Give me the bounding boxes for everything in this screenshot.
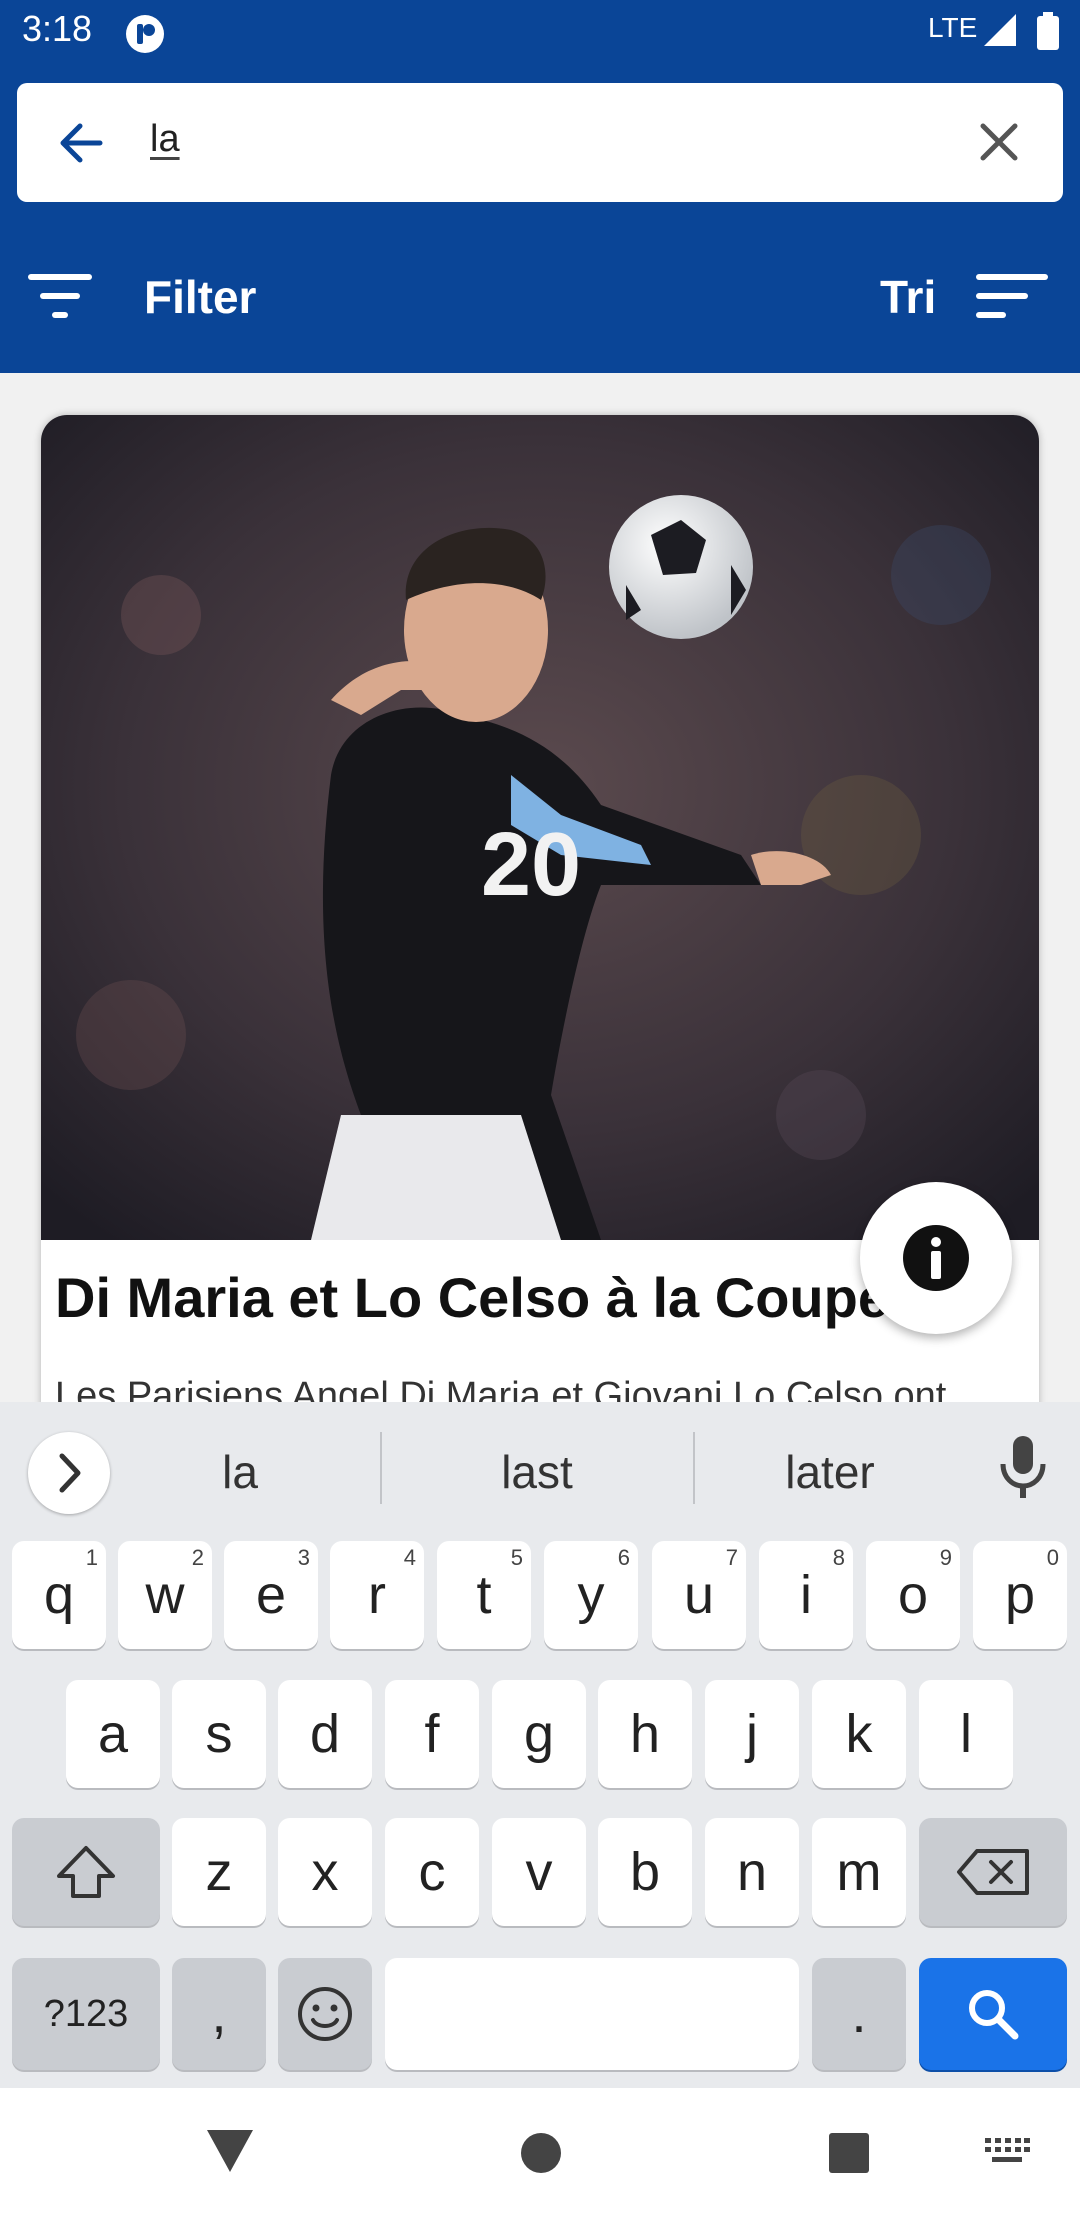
key-b[interactable]: b (598, 1818, 692, 1926)
key-j[interactable]: j (705, 1680, 799, 1788)
filter-icon (28, 274, 92, 318)
back-arrow-icon[interactable] (56, 118, 106, 168)
key-p[interactable]: p0 (973, 1541, 1067, 1649)
suggestion-divider (693, 1432, 695, 1504)
key-u[interactable]: u7 (652, 1541, 746, 1649)
suggestion-2[interactable]: last (437, 1432, 637, 1512)
key-q[interactable]: q1 (12, 1541, 106, 1649)
sort-button[interactable]: Tri (860, 262, 1070, 332)
backspace-key[interactable] (919, 1818, 1067, 1926)
key-s[interactable]: s (172, 1680, 266, 1788)
key-o[interactable]: o9 (866, 1541, 960, 1649)
clear-icon[interactable] (975, 118, 1023, 166)
shift-icon (57, 1846, 115, 1898)
comma-key[interactable]: , (172, 1958, 266, 2070)
suggestion-3[interactable]: later (730, 1432, 930, 1512)
key-y[interactable]: y6 (544, 1541, 638, 1649)
back-nav-icon[interactable] (205, 2128, 255, 2174)
emoji-icon (298, 1987, 352, 2041)
key-h[interactable]: h (598, 1680, 692, 1788)
chevron-right-icon (59, 1453, 81, 1493)
key-c[interactable]: c (385, 1818, 479, 1926)
key-e[interactable]: e3 (224, 1541, 318, 1649)
backspace-icon (957, 1849, 1029, 1895)
recents-nav-icon[interactable] (828, 2132, 870, 2174)
app-notification-icon (126, 15, 164, 53)
suggestion-1[interactable]: la (140, 1432, 340, 1512)
signal-icon (984, 14, 1016, 46)
key-v[interactable]: v (492, 1818, 586, 1926)
info-button[interactable] (860, 1182, 1012, 1334)
sort-icon (976, 274, 1049, 318)
home-nav-icon[interactable] (520, 2132, 562, 2174)
shift-key[interactable] (12, 1818, 160, 1926)
key-i[interactable]: i8 (759, 1541, 853, 1649)
key-l[interactable]: l (919, 1680, 1013, 1788)
battery-icon (1037, 12, 1059, 50)
suggestions-expand-button[interactable] (28, 1432, 110, 1514)
keyboard-switch-icon[interactable] (984, 2136, 1030, 2168)
status-network: LTE (928, 12, 978, 43)
key-r[interactable]: r4 (330, 1541, 424, 1649)
key-a[interactable]: a (66, 1680, 160, 1788)
space-key[interactable] (385, 1958, 799, 2070)
search-input[interactable]: la (150, 118, 180, 161)
microphone-icon[interactable] (995, 1432, 1051, 1502)
key-d[interactable]: d (278, 1680, 372, 1788)
key-k[interactable]: k (812, 1680, 906, 1788)
sort-label: Tri (880, 271, 937, 323)
svg-text:20: 20 (481, 815, 581, 915)
status-time: 3:18 (22, 8, 93, 49)
suggestion-divider (380, 1432, 382, 1504)
key-w[interactable]: w2 (118, 1541, 212, 1649)
key-m[interactable]: m (812, 1818, 906, 1926)
search-key[interactable] (919, 1958, 1067, 2070)
symbols-key[interactable]: ?123 (12, 1958, 160, 2070)
key-x[interactable]: x (278, 1818, 372, 1926)
emoji-key[interactable] (278, 1958, 372, 2070)
filter-label: Filter (144, 271, 257, 323)
key-f[interactable]: f (385, 1680, 479, 1788)
key-z[interactable]: z (172, 1818, 266, 1926)
info-icon (903, 1225, 969, 1291)
key-t[interactable]: t5 (437, 1541, 531, 1649)
key-g[interactable]: g (492, 1680, 586, 1788)
period-key[interactable]: . (812, 1958, 906, 2070)
status-bar: 3:18 LTE (0, 0, 1080, 66)
search-icon (969, 1990, 1019, 2040)
filter-button[interactable]: Filter (20, 262, 280, 332)
key-n[interactable]: n (705, 1818, 799, 1926)
article-image: 20 (41, 415, 1039, 1240)
